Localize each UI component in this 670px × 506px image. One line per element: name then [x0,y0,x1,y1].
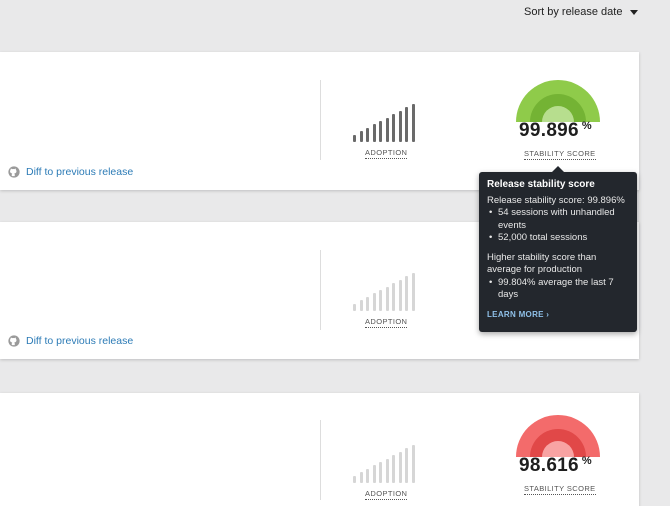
adoption-bar [411,104,415,142]
adoption-bar [392,455,395,483]
adoption-label[interactable]: ADOPTION [365,148,408,159]
adoption-bar [405,276,408,311]
tooltip-item: 99.804% average the last 7 days [487,277,629,302]
adoption-bar [372,465,376,483]
adoption-chart: ADOPTION [353,269,421,328]
adoption-bar [385,117,389,142]
tooltip-comparison: Higher stability score than average for … [487,251,597,276]
divider [320,250,321,330]
release-card: ADOPTION 98.616% STABILITY SCORE [0,393,639,506]
adoption-bar [366,127,369,142]
score-unit: % [581,455,593,467]
adoption-label[interactable]: ADOPTION [365,489,408,500]
stability-tooltip: Release stability score Release stabilit… [479,166,637,332]
adoption-bars [353,269,421,311]
adoption-bar [366,296,369,311]
score-number: 99.896 [519,120,579,141]
adoption-bar [392,283,395,311]
adoption-bars [353,100,421,142]
adoption-bar [405,448,408,483]
adoption-bar [398,279,402,311]
adoption-bar [392,114,395,142]
adoption-bar [411,273,415,311]
adoption-bar [398,110,402,142]
stability-score-value: 99.896% [519,120,592,142]
adoption-bar [405,107,408,142]
adoption-bar [411,445,415,483]
sort-dropdown[interactable]: Sort by release date [524,6,639,18]
adoption-bar [366,468,369,483]
tooltip-title: Release stability score [487,179,595,190]
diff-previous-release-link[interactable]: Diff to previous release [8,335,133,347]
adoption-chart: ADOPTION [353,441,421,500]
stability-gauge [516,80,600,122]
tooltip-list: 54 sessions with unhandled events 52,000… [487,207,629,245]
divider [320,420,321,500]
github-icon [8,166,20,178]
adoption-bars [353,441,421,483]
stability-score-label[interactable]: STABILITY SCORE [524,484,596,495]
adoption-bar [385,458,389,483]
tooltip-item: 54 sessions with unhandled events [487,207,629,232]
caret-down-icon [630,10,639,15]
score-number: 98.616 [519,455,579,476]
adoption-bar [353,134,356,142]
score-unit: % [581,120,593,132]
adoption-bar [372,124,376,142]
adoption-bar [385,286,389,311]
stability-score-value: 98.616% [519,455,592,477]
adoption-bar [398,451,402,483]
tooltip-score-line: Release stability score: 99.896% [487,194,625,206]
divider [320,80,321,160]
adoption-bar [359,472,363,483]
adoption-bar [353,303,356,311]
stability-gauge [516,415,600,457]
adoption-chart: ADOPTION [353,100,421,159]
adoption-bar [372,293,376,311]
adoption-bar [359,131,363,142]
release-card: Diff to previous release ADOPTION 99.896… [0,52,639,190]
sort-label: Sort by release date [524,6,623,18]
tooltip-item: 52,000 total sessions [487,232,629,245]
adoption-bar [359,300,363,311]
adoption-bar [379,121,382,142]
diff-label: Diff to previous release [26,335,134,347]
adoption-bar [353,475,356,483]
github-icon [8,335,20,347]
diff-label: Diff to previous release [26,166,134,178]
adoption-label[interactable]: ADOPTION [365,317,408,328]
diff-previous-release-link[interactable]: Diff to previous release [8,166,133,178]
learn-more-link[interactable]: LEARN MORE › [487,309,629,322]
adoption-bar [379,462,382,483]
adoption-bar [379,290,382,311]
tooltip-comparison-list: 99.804% average the last 7 days [487,277,629,302]
stability-score-label[interactable]: STABILITY SCORE [524,149,596,160]
